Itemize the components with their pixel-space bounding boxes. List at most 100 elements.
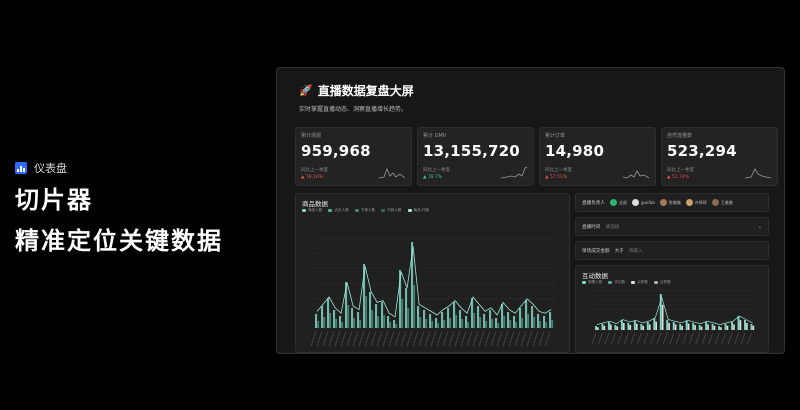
- tick-mark: [532, 330, 539, 347]
- tick-mark: [617, 332, 623, 345]
- tick-mark: [352, 330, 359, 347]
- bar-mark: [485, 321, 488, 328]
- bar-mark: [539, 321, 542, 328]
- bar-mark: [327, 298, 330, 328]
- legend-item[interactable]: 观看人数: [582, 280, 602, 285]
- legend-item[interactable]: 商品-付款: [407, 208, 429, 213]
- bar-mark: [425, 319, 428, 328]
- legend-item[interactable]: 点赞数: [653, 280, 671, 285]
- bar-mark: [679, 324, 682, 330]
- kpi-card[interactable]: 累计订单 14,980 同比上一季度 ▲ 57.51%: [539, 127, 656, 186]
- bar-mark: [335, 319, 338, 328]
- kpi-label: 自然流量数: [667, 133, 693, 139]
- dashboard-window: 🚀 直播数据复盘大屏 实时掌握直播动态、洞察直播增长趋势。 累计场观 959,9…: [276, 67, 785, 354]
- host-chip[interactable]: 许晖晖: [685, 199, 707, 206]
- kpi-sparkline: [379, 167, 405, 179]
- tick-mark: [688, 332, 694, 345]
- bar-mark: [549, 312, 552, 328]
- bar-mark: [455, 315, 458, 328]
- host-chip[interactable]: 陈佛佛: [659, 199, 681, 206]
- bar-mark: [339, 316, 342, 328]
- time-select-placeholder[interactable]: 请选择: [605, 224, 619, 230]
- bar-mark: [648, 324, 651, 330]
- rocket-icon: 🚀: [299, 84, 313, 97]
- bar-mark: [491, 319, 494, 328]
- bar-mark: [477, 306, 480, 328]
- tick-mark: [358, 330, 365, 347]
- bar-mark: [666, 320, 669, 330]
- bar-mark: [527, 314, 530, 328]
- bar-mark: [525, 300, 528, 328]
- kpi-label: 累计 GMV: [423, 133, 447, 139]
- tick-mark: [376, 330, 383, 347]
- promo-headline-2: 精准定位关键数据: [15, 227, 223, 255]
- bar-mark: [707, 324, 709, 330]
- legend-item[interactable]: 付款人数: [381, 208, 402, 213]
- tick-mark: [721, 332, 726, 345]
- kpi-card[interactable]: 累计场观 959,968 同比上一季度 ▲ 78.16%: [295, 127, 412, 186]
- legend-item[interactable]: 下单人数: [354, 208, 375, 213]
- tick-mark: [656, 332, 662, 345]
- tick-mark: [538, 330, 545, 347]
- product-panel-title: 商品数据: [302, 200, 328, 208]
- tick-mark: [448, 330, 455, 347]
- bar-mark: [315, 314, 318, 328]
- promo-block: 仪表盘 切片器 精准定位关键数据: [15, 160, 265, 258]
- bar-mark: [633, 321, 636, 330]
- bar-mark: [533, 317, 536, 328]
- kpi-value: 959,968: [301, 142, 371, 160]
- bar-mark: [431, 321, 434, 328]
- bar-mark: [401, 299, 404, 328]
- bar-mark: [698, 325, 701, 330]
- kpi-compare: 同比上一季度: [423, 168, 450, 173]
- bar-mark: [614, 325, 617, 330]
- bar-mark: [341, 322, 344, 328]
- bar-mark: [642, 325, 645, 330]
- line-series: [316, 246, 552, 318]
- tick-mark: [598, 332, 603, 345]
- tick-mark: [695, 332, 700, 345]
- tick-mark: [430, 330, 437, 347]
- tick-mark: [436, 330, 443, 347]
- host-chip[interactable]: guofab: [631, 199, 655, 206]
- tick-mark: [611, 332, 616, 345]
- bar-mark: [321, 306, 324, 328]
- product-legend: 商品人数 点击人数 下单人数 付款人数 商品-付款: [302, 208, 429, 213]
- kpi-card[interactable]: 累计 GMV 13,155,720 同比上一季度 ▲ 78.7%: [417, 127, 534, 186]
- chevron-down-icon[interactable]: ⌄: [758, 224, 762, 230]
- tick-mark: [630, 332, 636, 345]
- promo-tag: 仪表盘: [15, 160, 265, 176]
- promo-headline-1: 切片器: [15, 186, 93, 214]
- tick-mark: [508, 330, 515, 347]
- amount-filter[interactable]: 单场成交金额 大于 请输入: [575, 241, 769, 260]
- bar-mark: [357, 312, 360, 328]
- tick-mark: [496, 330, 503, 347]
- bar-mark: [465, 316, 468, 328]
- tick-mark: [484, 330, 491, 347]
- host-filter[interactable]: 直播负责人 全部 guofab 陈佛佛 许晖晖 王美美: [575, 193, 769, 212]
- tick-mark: [643, 332, 649, 345]
- kpi-card[interactable]: 自然流量数 523,294 同比上一季度 ▲ 51.74%: [661, 127, 778, 186]
- bar-mark: [595, 326, 597, 330]
- tick-mark: [424, 330, 431, 347]
- bar-mark: [739, 320, 742, 330]
- tick-mark: [734, 332, 739, 345]
- bar-mark: [387, 316, 390, 328]
- legend-item[interactable]: 点赞数: [631, 280, 648, 285]
- bar-mark: [359, 320, 362, 328]
- legend-item[interactable]: 点击人数: [328, 208, 349, 213]
- bar-mark: [672, 322, 675, 330]
- legend-item[interactable]: 商品人数: [302, 208, 322, 213]
- kpi-value: 13,155,720: [423, 142, 520, 160]
- amount-input[interactable]: 请输入: [629, 248, 643, 254]
- bar-mark: [503, 316, 506, 328]
- bar-mark: [694, 325, 696, 330]
- legend-item[interactable]: 评论数: [608, 280, 625, 285]
- bar-mark: [521, 318, 524, 328]
- amount-operator[interactable]: 大于: [615, 248, 624, 254]
- time-filter[interactable]: 直播时间 请选择 ⌄: [575, 217, 769, 236]
- product-data-panel: 商品数据 商品人数 点击人数 下单人数 付款人数 商品-付款: [295, 193, 570, 353]
- host-chip[interactable]: 全部: [609, 199, 627, 206]
- tick-mark: [394, 330, 401, 347]
- host-chip[interactable]: 王美美: [711, 199, 733, 206]
